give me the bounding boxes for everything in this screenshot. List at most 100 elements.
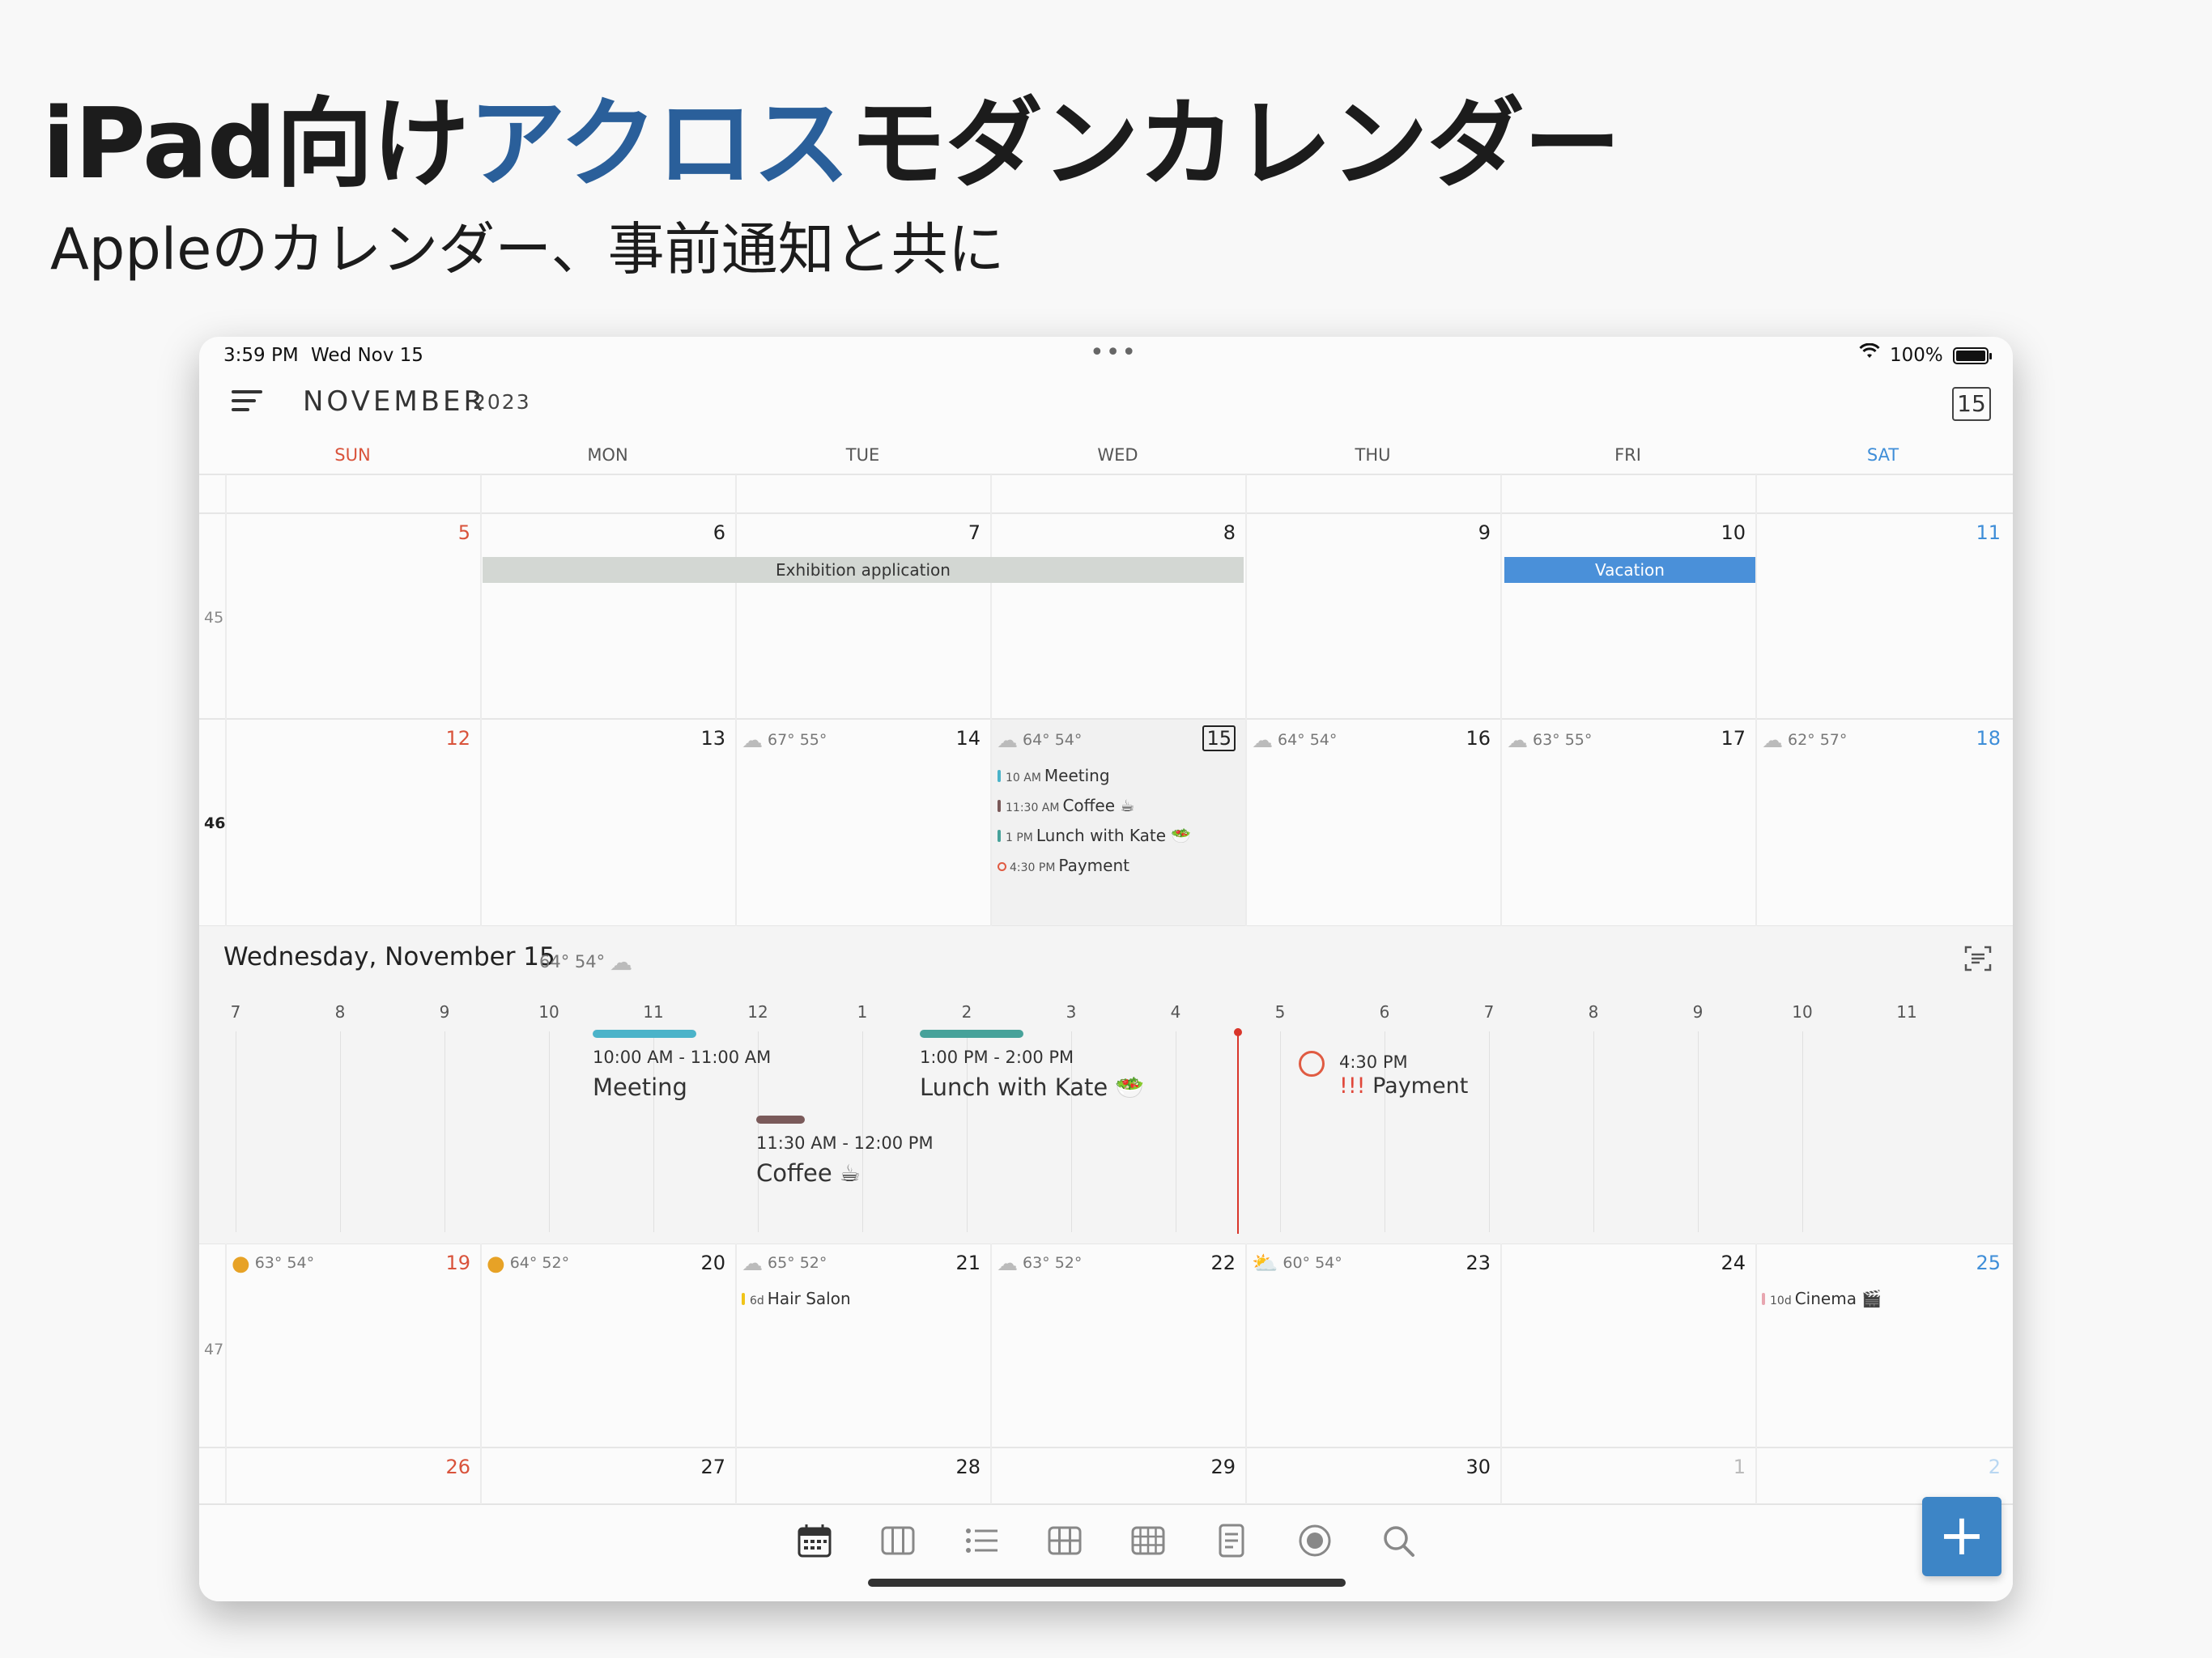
hour-label: 4 [1170,1002,1181,1022]
hour-gridline [1802,1031,1803,1232]
day-cell[interactable]: 6 [483,521,725,544]
weather-badge: ☁ 63° 52° [997,1252,1082,1276]
day-cell[interactable]: 28 [738,1456,981,1478]
sun-icon: ● [232,1252,250,1276]
day-cell[interactable]: 12 [228,727,470,750]
current-time-dot [1234,1028,1242,1036]
sun-icon: ● [487,1252,505,1276]
event-time-range: 11:30 AM - 12:00 PM [756,1133,934,1153]
day-cell[interactable]: 8 [993,521,1236,544]
day-cell[interactable]: 11 [1758,521,2001,544]
event-title: Meeting [1044,766,1110,785]
grid-small-icon[interactable] [1042,1518,1087,1563]
weather-badge: ⛅ 60° 54° [1252,1252,1342,1276]
record-icon[interactable] [1292,1518,1338,1563]
month-event[interactable]: 4:30 PM Payment [998,856,1129,875]
status-time: 3:59 PM [223,345,299,366]
search-icon[interactable] [1376,1518,1421,1563]
month-event[interactable]: 11:30 AM Coffee ☕ [998,796,1134,815]
calendar-month-icon[interactable] [792,1518,837,1563]
day-cell[interactable]: 24 [1503,1252,1746,1274]
event-color-bar [998,770,1001,782]
day-cell-next-month[interactable]: 1 [1503,1456,1746,1478]
promo-title-accent: アクロス [468,88,850,201]
rain-cloud-icon: ☁ [742,729,763,753]
all-day-event-exhibition[interactable]: Exhibition application [483,557,1244,583]
month-event[interactable]: 1 PM Lunch with Kate 🥗 [998,826,1191,845]
event-title: Lunch with Kate 🥗 [1036,826,1192,845]
grid-large-icon[interactable] [1125,1518,1171,1563]
add-event-button[interactable]: + [1922,1497,2001,1576]
today-button[interactable]: 15 [1952,387,1991,421]
timeline-event-payment[interactable]: 4:30 PM !!! Payment [1339,1052,1468,1099]
event-title: Hair Salon [767,1289,851,1308]
year-title[interactable]: 2023 [473,390,531,414]
multitasking-dots-icon[interactable]: ••• [1090,338,1138,367]
hour-label: 11 [643,1002,664,1022]
weekday-wed: WED [1097,445,1138,465]
timeline-event-lunch[interactable]: 1:00 PM - 2:00 PM Lunch with Kate 🥗 [920,1030,1145,1102]
battery-icon [1953,347,1992,364]
weather-badge: ☁ 64° 54° [997,729,1082,753]
hour-label: 9 [439,1002,450,1022]
event-title: Cinema 🎬 [1794,1289,1882,1308]
event-duration: 6d [750,1295,764,1307]
day-cell[interactable]: 13 [483,727,725,750]
reminder-ring-icon[interactable] [1299,1051,1325,1077]
day-cell-next-month[interactable]: 2 [1758,1456,2001,1478]
list-icon[interactable] [959,1518,1004,1563]
weekday-fri: FRI [1614,445,1641,465]
hour-label: 9 [1692,1002,1704,1022]
event-title: Meeting [593,1073,687,1101]
month-event[interactable]: 10 AM Meeting [998,766,1110,785]
day-timeline-panel: Wednesday, November 15 64° 54° ☁ 7 8 9 10 11 1… [199,926,2013,1244]
event-time-range: 1:00 PM - 2:00 PM [920,1048,1074,1067]
calendar-week-icon[interactable] [875,1518,921,1563]
day-cell[interactable]: 30 [1248,1456,1491,1478]
weather-text: 64° 54° [1278,731,1338,749]
cloud-icon: ☁ [997,1252,1018,1276]
promo-title-part2: モダンカレンダー [849,88,1621,201]
month-title[interactable]: NOVEMBER [303,385,486,418]
event-time-range: 10:00 AM - 11:00 AM [593,1048,772,1067]
day-cell[interactable]: 10 [1503,521,1746,544]
day-cell[interactable]: 26 [228,1456,470,1478]
timeline-event-meeting[interactable]: 10:00 AM - 11:00 AM Meeting [593,1030,772,1101]
event-color-bar [998,800,1001,812]
weather-text: 63° 55° [1533,731,1593,749]
day-cell[interactable]: 27 [483,1456,725,1478]
status-date: Wed Nov 15 [311,345,423,366]
day-cell[interactable]: 5 [228,521,470,544]
timeline-event-coffee[interactable]: 11:30 AM - 12:00 PM Coffee ☕ [756,1116,934,1187]
event-duration-bar [593,1030,696,1038]
day-view-weather-text: 64° 54° [539,952,606,971]
month-event-cinema[interactable]: 10d Cinema 🎬 [1762,1289,1882,1308]
weekday-sun: SUN [334,445,371,465]
hour-label: 5 [1274,1002,1286,1022]
day-view-title: Wednesday, November 15 [223,942,555,971]
weather-badge: ☁ 67° 55° [742,729,827,753]
event-time: 4:30 PM [1010,861,1056,874]
weather-text: 67° 55° [768,731,827,749]
day-cell[interactable]: 9 [1248,521,1491,544]
weather-badge: ☁ 63° 55° [1507,729,1592,753]
partly-cloudy-icon: ⛅ [1252,1252,1278,1276]
hour-label: 6 [1379,1002,1390,1022]
all-day-event-vacation[interactable]: Vacation [1504,557,1755,583]
day-cell[interactable]: 25 [1758,1252,2001,1274]
agenda-list-icon[interactable] [1964,946,1992,971]
weather-text: 63° 54° [254,1254,315,1272]
weather-text: 60° 54° [1283,1254,1342,1272]
event-duration-bar [756,1116,805,1124]
home-indicator[interactable] [868,1579,1346,1587]
weather-text: 65° 52° [768,1254,827,1272]
menu-icon[interactable] [232,390,262,414]
hour-label: 8 [334,1002,346,1022]
month-event-hair-salon[interactable]: 6d Hair Salon [742,1289,851,1308]
day-cell[interactable]: 29 [993,1456,1236,1478]
weather-badge: ☁ 64° 54° [1252,729,1337,753]
hour-label: 10 [1792,1002,1813,1022]
note-icon[interactable] [1209,1518,1254,1563]
day-cell[interactable]: 7 [738,521,981,544]
battery-percent: 100% [1890,345,1943,366]
